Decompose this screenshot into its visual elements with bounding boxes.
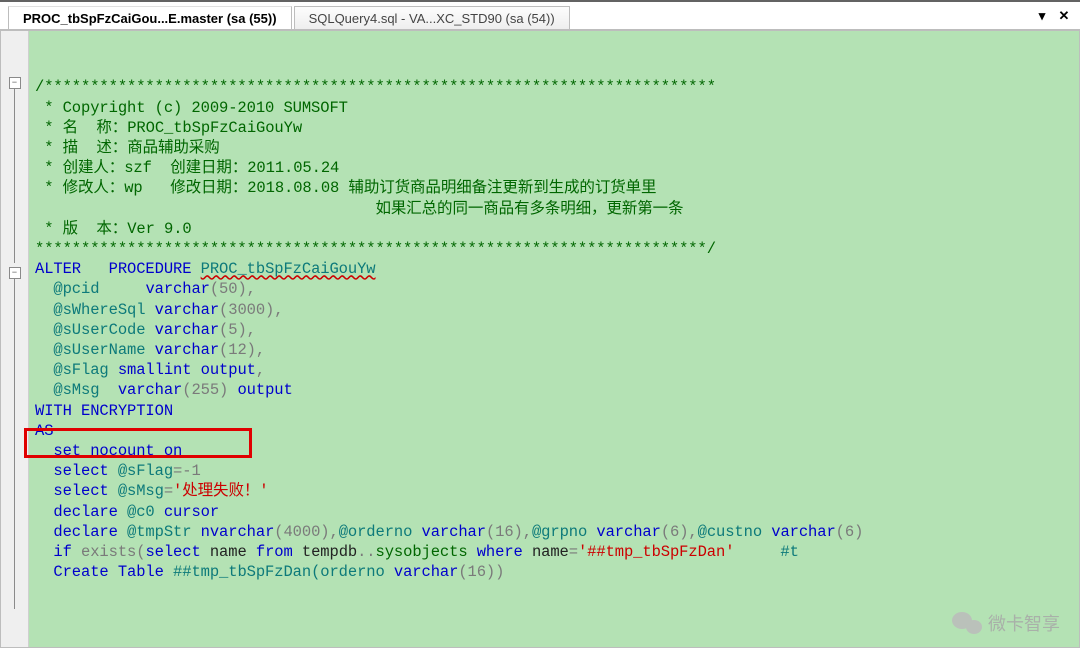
param: @sMsg	[53, 381, 99, 399]
kw-declare: declare	[53, 523, 117, 541]
comment-line: * 名 称：PROC_tbSpFzCaiGouYw	[44, 119, 302, 137]
string-literal: '##tmp_tbSpFzDan'	[578, 543, 734, 561]
comment-line: * 描 述：商品辅助采购	[44, 139, 219, 157]
wechat-watermark: 微卡智享	[952, 610, 1060, 636]
type: varchar	[596, 523, 660, 541]
kw-declare: declare	[53, 503, 117, 521]
paren: (255)	[182, 381, 228, 399]
dotdot: ..	[357, 543, 375, 561]
type: varchar	[394, 563, 458, 581]
comment-line: * 版 本：Ver 9.0	[44, 220, 191, 238]
fold-toggle-comment[interactable]: −	[9, 77, 21, 89]
trail: #t	[734, 543, 798, 561]
kw-encryption: ENCRYPTION	[81, 402, 173, 420]
procedure-name: PROC_tbSpFzCaiGouYw	[201, 260, 376, 278]
paren: (3000),	[219, 301, 283, 319]
comment-line: * 创建人：szf 创建日期：2011.05.24	[44, 159, 339, 177]
type: smallint	[118, 361, 192, 379]
watermark-text: 微卡智享	[988, 610, 1060, 636]
editor-tab-bar: PROC_tbSpFzCaiGou...E.master (sa (55)) S…	[0, 6, 1080, 30]
param: @sWhereSql	[53, 301, 145, 319]
kw-procedure: PROCEDURE	[109, 260, 192, 278]
var: @c0	[127, 503, 155, 521]
paren: (50),	[210, 280, 256, 298]
kw-cursor: cursor	[164, 503, 219, 521]
param: @sUserCode	[53, 321, 145, 339]
kw-alter: ALTER	[35, 260, 81, 278]
param: @sFlag	[53, 361, 108, 379]
comment-line: ****************************************…	[35, 240, 716, 258]
kw-on: on	[164, 442, 182, 460]
kw-nocount: nocount	[90, 442, 154, 460]
kw-exists: exists	[81, 543, 136, 561]
param: @pcid	[53, 280, 99, 298]
type: varchar	[155, 321, 219, 339]
var: @custno	[698, 523, 762, 541]
var: @sFlag	[118, 462, 173, 480]
type: varchar	[155, 341, 219, 359]
type: varchar	[771, 523, 835, 541]
comma: ,	[256, 361, 265, 379]
comment-line: /***************************************…	[35, 78, 716, 96]
type: nvarchar	[201, 523, 275, 541]
db: tempdb	[302, 543, 357, 561]
paren: (6)	[836, 523, 864, 541]
close-icon[interactable]: ✕	[1056, 8, 1072, 24]
code-editor[interactable]: /***************************************…	[29, 31, 1079, 647]
window-buttons: ▾ ✕	[1034, 8, 1072, 24]
kw-if: if	[53, 543, 71, 561]
type: varchar	[145, 280, 209, 298]
assign: =-1	[173, 462, 201, 480]
var: @sMsg	[118, 482, 164, 500]
kw-create: Create	[53, 563, 108, 581]
fold-gutter: − −	[1, 31, 29, 647]
kw-table: Table	[118, 563, 164, 581]
paren: (12),	[219, 341, 265, 359]
var: @tmpStr	[127, 523, 191, 541]
kw-where: where	[477, 543, 523, 561]
kw-select: select	[53, 462, 108, 480]
param: @sUserName	[53, 341, 145, 359]
kw-output: output	[201, 361, 256, 379]
kw-from: from	[256, 543, 293, 561]
paren: (6),	[661, 523, 698, 541]
eq: =	[569, 543, 578, 561]
var: @grpno	[532, 523, 587, 541]
tab-active[interactable]: PROC_tbSpFzCaiGou...E.master (sa (55))	[8, 6, 292, 29]
bottom-scroll-strip	[0, 648, 1080, 656]
comment-line: 如果汇总的同一商品有多条明细，更新第一条	[44, 200, 683, 218]
paren: (16))	[458, 563, 504, 581]
col: name	[532, 543, 569, 561]
pin-icon[interactable]: ▾	[1034, 8, 1050, 24]
kw-select: select	[145, 543, 200, 561]
paren: (4000),	[274, 523, 338, 541]
kw-with: WITH	[35, 402, 72, 420]
kw-output: output	[237, 381, 292, 399]
comment-line: * Copyright (c) 2009-2010 SUMSOFT	[44, 99, 348, 117]
type: varchar	[155, 301, 219, 319]
type: varchar	[118, 381, 182, 399]
kw-as: AS	[35, 422, 53, 440]
kw-set: set	[53, 442, 81, 460]
col: name	[210, 543, 247, 561]
blank-line	[35, 58, 44, 76]
var: @orderno	[339, 523, 413, 541]
string-literal: '处理失败！'	[173, 482, 268, 500]
tab-inactive[interactable]: SQLQuery4.sql - VA...XC_STD90 (sa (54))	[294, 6, 570, 29]
fold-toggle-proc[interactable]: −	[9, 267, 21, 279]
temp-table: ##tmp_tbSpFzDan(orderno	[173, 563, 385, 581]
eq: =	[164, 482, 173, 500]
type: varchar	[422, 523, 486, 541]
kw-select: select	[53, 482, 108, 500]
paren: (16),	[486, 523, 532, 541]
sysobjects: sysobjects	[376, 543, 468, 561]
editor-area: − − /***********************************…	[0, 30, 1080, 648]
paren: (5),	[219, 321, 256, 339]
comment-line: * 修改人：wp 修改日期：2018.08.08 辅助订货商品明细备注更新到生成…	[44, 179, 656, 197]
wechat-icon	[952, 610, 982, 636]
